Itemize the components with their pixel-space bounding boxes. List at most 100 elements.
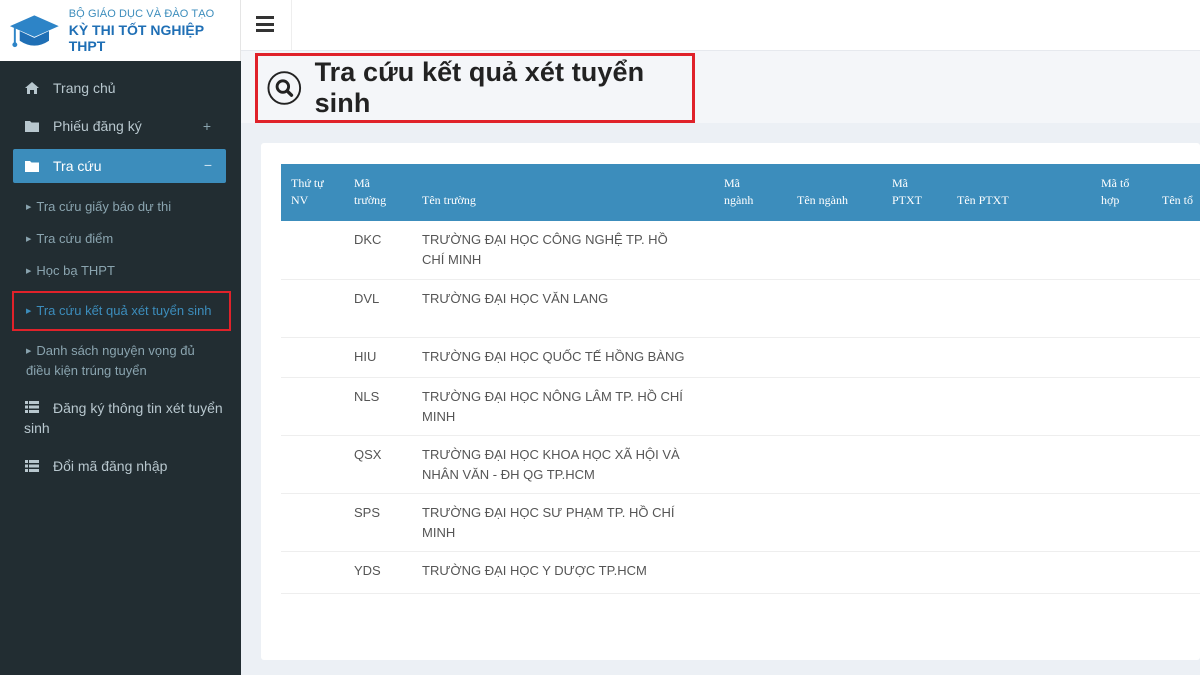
cell-school-code: YDS — [344, 551, 412, 594]
list-icon — [25, 401, 39, 413]
caret-right-icon: ▶ — [26, 348, 32, 355]
cell-school-name: TRƯỜNG ĐẠI HỌC VĂN LANG — [412, 279, 714, 338]
sub-item-label: Tra cứu điểm — [36, 231, 114, 246]
cell-empty — [882, 435, 947, 494]
logo-text: BỘ GIÁO DỤC VÀ ĐÀO TẠO KỲ THI TỐT NGHIỆP… — [69, 8, 240, 54]
cell-empty — [882, 337, 947, 378]
col-school-name: Tên trường — [422, 193, 476, 207]
lookup-submenu: ▶ Tra cứu giấy báo dự thi ▶ Tra cứu điểm ▶… — [0, 187, 241, 388]
cell-empty — [947, 279, 1091, 338]
table-row: DKC TRƯỜNG ĐẠI HỌC CÔNG NGHỆ TP. HỒ CHÍ … — [281, 221, 1200, 280]
cell-empty — [882, 377, 947, 436]
sidebar-item-home[interactable]: Trang chủ — [0, 69, 241, 107]
cell-priority — [281, 377, 344, 436]
cell-school-name: TRƯỜNG ĐẠI HỌC Y DƯỢC TP.HCM — [412, 551, 714, 594]
page-title-box: Tra cứu kết quả xét tuyển sinh — [255, 53, 695, 123]
sidebar-item-change-password[interactable]: Đổi mã đăng nhập — [0, 447, 241, 485]
expand-icon[interactable]: + — [203, 116, 211, 136]
cell-priority — [281, 279, 344, 338]
cell-empty — [1091, 221, 1152, 280]
caret-right-icon: ▶ — [26, 268, 32, 275]
cell-empty — [1152, 435, 1200, 494]
cell-empty — [882, 493, 947, 552]
collapse-icon[interactable]: − — [204, 155, 212, 175]
cell-priority — [281, 435, 344, 494]
sub-item-scores[interactable]: ▶ Tra cứu điểm — [0, 223, 241, 255]
cell-empty — [882, 279, 947, 338]
cell-empty — [1091, 435, 1152, 494]
cell-empty — [947, 435, 1091, 494]
cell-school-code: NLS — [344, 377, 412, 436]
logo-line2: KỲ THI TỐT NGHIỆP THPT — [68, 21, 204, 54]
cell-school-code: DVL — [344, 279, 412, 338]
col-combo-name: Tên tổ — [1162, 193, 1193, 207]
sidebar-item-label: Trang chủ — [53, 80, 116, 96]
cell-empty — [947, 221, 1091, 280]
cell-empty — [947, 493, 1091, 552]
caret-right-icon: ▶ — [26, 204, 32, 211]
table-row: DVL TRƯỜNG ĐẠI HỌC VĂN LANG — [281, 279, 1200, 338]
col-major-name: Tên ngành — [797, 193, 848, 207]
caret-right-icon: ▶ — [26, 308, 32, 315]
table-header-row: Thứ tự NV Mã trường Tên trường Mã ngành Tên… — [281, 164, 1200, 221]
menu-toggle-icon[interactable] — [256, 16, 274, 32]
sub-item-eligible-list[interactable]: ▶ Danh sách nguyện vọng đủ điều kiện trún… — [0, 335, 241, 386]
page-title: Tra cứu kết quả xét tuyển sinh — [314, 57, 645, 118]
table-row: YDS TRƯỜNG ĐẠI HỌC Y DƯỢC TP.HCM — [281, 551, 1200, 594]
cell-school-code: DKC — [344, 221, 412, 280]
cell-empty — [1152, 337, 1200, 378]
sidebar-item-label: Phiếu đăng ký — [53, 118, 142, 134]
sidebar-item-label: Đổi mã đăng nhập — [53, 458, 168, 474]
sub-item-admission-results[interactable]: ▶ Tra cứu kết quả xét tuyển sinh — [12, 291, 231, 331]
sidebar-menu: Trang chủ Phiếu đăng ký + Tra cứu − ▶ Tra… — [0, 61, 241, 485]
sidebar-item-registration[interactable]: Phiếu đăng ký + — [0, 107, 241, 145]
cell-empty — [947, 337, 1091, 378]
home-icon — [25, 82, 39, 94]
cell-school-name: TRƯỜNG ĐẠI HỌC NÔNG LÂM TP. HỒ CHÍ MINH — [412, 377, 714, 436]
cell-empty — [714, 337, 787, 378]
cell-empty — [1091, 337, 1152, 378]
sub-item-label: Danh sách nguyện vọng đủ điều kiện trúng… — [26, 343, 195, 378]
cell-empty — [787, 279, 882, 338]
cell-empty — [714, 221, 787, 280]
logo[interactable]: BỘ GIÁO DỤC VÀ ĐÀO TẠO KỲ THI TỐT NGHIỆP… — [0, 0, 241, 61]
cell-empty — [1152, 551, 1200, 594]
cell-empty — [1091, 551, 1152, 594]
cell-empty — [714, 551, 787, 594]
cell-school-code: QSX — [344, 435, 412, 494]
sidebar-item-lookup[interactable]: Tra cứu − — [13, 149, 226, 183]
col-school-code: Mã trường — [354, 176, 387, 207]
cell-school-name: TRƯỜNG ĐẠI HỌC SƯ PHẠM TP. HỒ CHÍ MINH — [412, 493, 714, 552]
cell-school-name: TRƯỜNG ĐẠI HỌC QUỐC TẾ HỒNG BÀNG — [412, 337, 714, 378]
search-icon — [267, 71, 302, 105]
cell-priority — [281, 221, 344, 280]
cell-empty — [1091, 279, 1152, 338]
results-table: Thứ tự NV Mã trường Tên trường Mã ngành Tên… — [281, 164, 1200, 594]
sub-item-transcript[interactable]: ▶ Học bạ THPT — [0, 255, 241, 287]
cell-empty — [714, 377, 787, 436]
sub-item-label: Tra cứu giấy báo dự thi — [36, 199, 172, 214]
cell-empty — [1152, 493, 1200, 552]
list-icon — [25, 460, 39, 472]
cell-empty — [947, 551, 1091, 594]
sub-item-exam-notice[interactable]: ▶ Tra cứu giấy báo dự thi — [0, 191, 241, 223]
cell-empty — [947, 377, 1091, 436]
cell-school-code: SPS — [344, 493, 412, 552]
content-header: Tra cứu kết quả xét tuyển sinh — [241, 51, 1200, 123]
sidebar-item-label: Tra cứu — [53, 158, 102, 174]
topbar — [241, 0, 1200, 51]
sidebar-item-admission-registration[interactable]: Đăng ký thông tin xét tuyển sinh — [0, 388, 241, 447]
results-panel: Thứ tự NV Mã trường Tên trường Mã ngành Tên… — [261, 143, 1200, 660]
cell-empty — [787, 377, 882, 436]
cell-empty — [1091, 377, 1152, 436]
col-combo-code: Mã tổ hợp — [1101, 176, 1130, 207]
cell-empty — [787, 337, 882, 378]
cell-priority — [281, 337, 344, 378]
col-major-code: Mã ngành — [724, 176, 754, 207]
cell-empty — [714, 435, 787, 494]
folder-open-icon — [25, 161, 39, 172]
table-row: QSX TRƯỜNG ĐẠI HỌC KHOA HỌC XÃ HỘI VÀ NH… — [281, 435, 1200, 494]
cell-empty — [1091, 493, 1152, 552]
cell-empty — [787, 435, 882, 494]
col-method-name: Tên PTXT — [957, 193, 1009, 207]
